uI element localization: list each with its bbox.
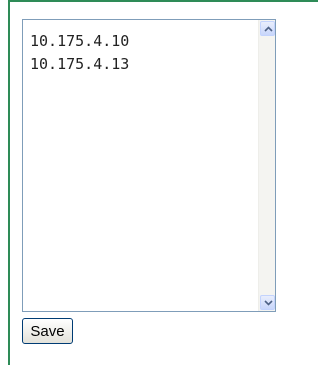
ip-address-textarea[interactable]: 10.175.4.10 10.175.4.13: [22, 19, 276, 312]
save-button[interactable]: Save: [22, 318, 73, 344]
vertical-scrollbar[interactable]: [258, 20, 275, 311]
scroll-down-button[interactable]: [260, 295, 275, 310]
scroll-up-button[interactable]: [260, 21, 275, 36]
ip-address-text[interactable]: 10.175.4.10 10.175.4.13: [30, 30, 245, 76]
